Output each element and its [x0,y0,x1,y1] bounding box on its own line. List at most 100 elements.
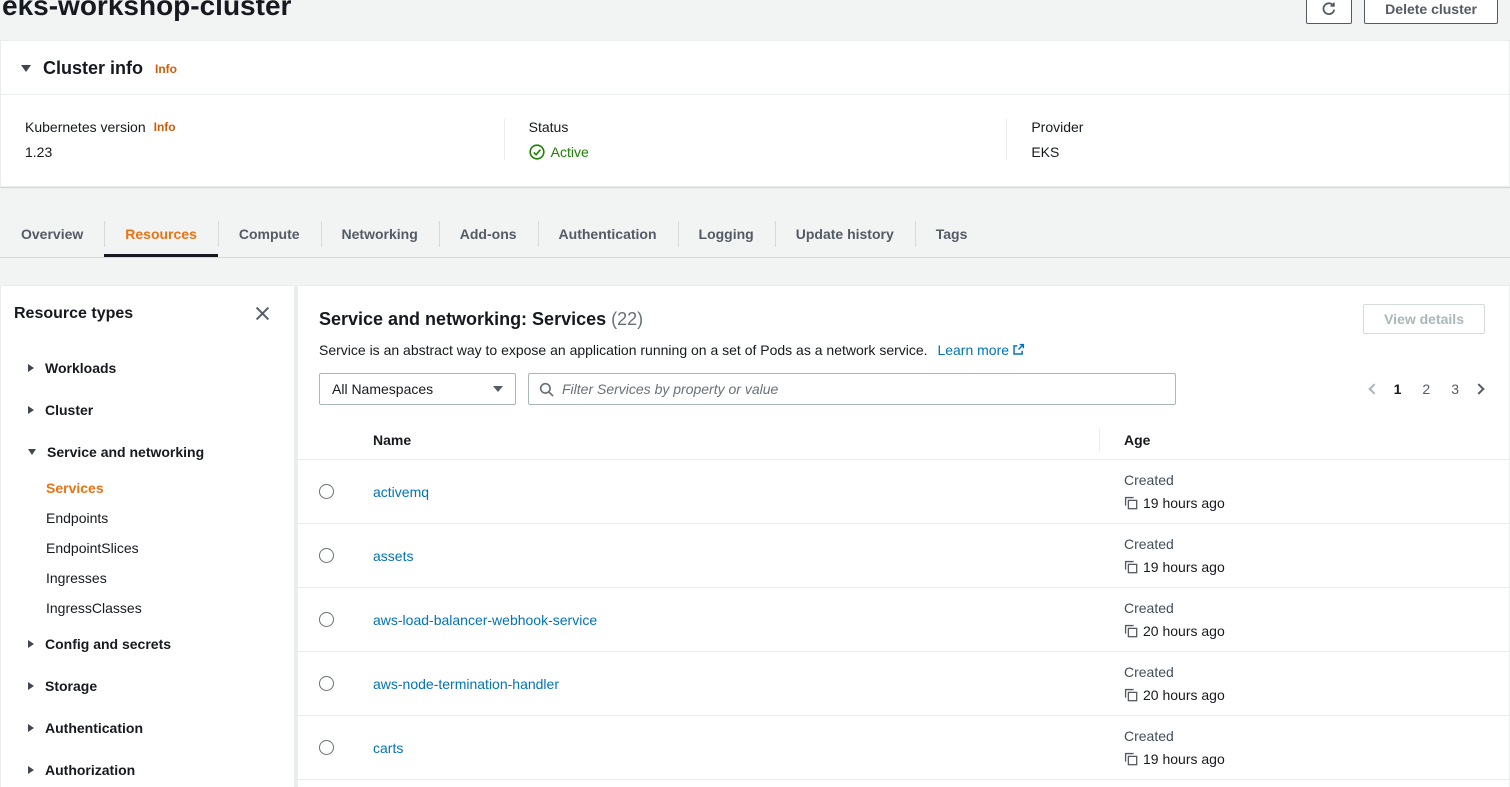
service-link[interactable]: carts [373,740,403,756]
panel-title-text: Service and networking: Services [319,309,606,329]
copy-icon[interactable] [1124,752,1138,766]
sidebar-group-storage[interactable]: Storage [1,665,294,707]
cluster-info-info-link[interactable]: Info [155,62,177,76]
field-label: Provider [1031,119,1083,135]
page-number-1[interactable]: 1 [1389,379,1407,399]
row-radio[interactable] [319,484,334,499]
cluster-info-header[interactable]: Cluster info Info [1,41,1509,95]
panel-description: Service is an abstract way to expose an … [319,340,1485,360]
table-row[interactable]: aws-node-termination-handler Created 20 … [298,652,1509,716]
sidebar-item-endpointslices[interactable]: EndpointSlices [1,533,294,563]
status-value: Active [551,144,589,160]
cluster-info-fields: Kubernetes version Info 1.23 Status Acti… [1,95,1509,186]
service-link[interactable]: aws-load-balancer-webhook-service [373,612,597,628]
resource-types-header: Resource types [1,304,294,323]
caret-right-icon [28,640,34,648]
tab-tags[interactable]: Tags [915,211,989,257]
next-page-icon[interactable] [1473,383,1484,394]
created-label: Created [1124,728,1509,745]
table-row[interactable]: activemq Created 19 hours ago [298,460,1509,524]
table-row[interactable]: carts Created 19 hours ago [298,716,1509,780]
service-and-networking-children: Services Endpoints EndpointSlices Ingres… [1,473,294,623]
row-radio[interactable] [319,676,334,691]
search-icon [539,382,554,397]
namespace-select[interactable]: All Namespaces [319,373,516,405]
service-link[interactable]: assets [373,548,413,564]
sidebar-group-workloads[interactable]: Workloads [1,347,294,389]
caret-right-icon [28,406,34,414]
sidebar-item-ingressclasses[interactable]: IngressClasses [1,593,294,623]
learn-more-link[interactable]: Learn more [937,342,1025,358]
tab-add-ons[interactable]: Add-ons [439,211,538,257]
table-row[interactable]: aws-load-balancer-webhook-service Create… [298,588,1509,652]
row-radio[interactable] [319,612,334,627]
sidebar-group-authorization[interactable]: Authorization [1,749,294,787]
created-label: Created [1124,472,1509,489]
sidebar-group-label: Storage [45,676,97,696]
kubernetes-version-info-link[interactable]: Info [154,120,176,134]
age-value: 19 hours ago [1143,751,1225,767]
page-number-2[interactable]: 2 [1417,379,1435,399]
panel-description-text: Service is an abstract way to expose an … [319,342,928,358]
sidebar-item-endpoints[interactable]: Endpoints [1,503,294,533]
service-link[interactable]: activemq [373,484,429,500]
sidebar-item-ingresses[interactable]: Ingresses [1,563,294,593]
copy-icon[interactable] [1124,560,1138,574]
sidebar-group-service-and-networking[interactable]: Service and networking [1,431,294,473]
close-panel-button[interactable] [253,304,272,323]
field-label: Kubernetes version [25,119,146,135]
sidebar-group-label: Workloads [45,358,116,378]
tab-update-history[interactable]: Update history [775,211,915,257]
copy-icon[interactable] [1124,624,1138,638]
previous-page-icon[interactable] [1368,383,1379,394]
age-value: 19 hours ago [1143,495,1225,511]
panel-title-row: Service and networking: Services (22) Vi… [319,304,1485,334]
services-panel: Service and networking: Services (22) Vi… [297,285,1510,787]
panel-count: (22) [611,309,643,329]
filter-row: All Namespaces 1 2 3 [319,373,1485,405]
age-value: 20 hours ago [1143,623,1225,639]
tab-compute[interactable]: Compute [218,211,321,257]
refresh-button[interactable] [1306,0,1352,24]
pagination: 1 2 3 [1370,379,1485,399]
tab-networking[interactable]: Networking [321,211,439,257]
sidebar-group-config-and-secrets[interactable]: Config and secrets [1,623,294,665]
table-row[interactable]: Created [298,780,1509,787]
header-actions: Delete cluster [1306,0,1498,24]
row-radio[interactable] [319,740,334,755]
copy-icon[interactable] [1124,496,1138,510]
table-row[interactable]: assets Created 19 hours ago [298,524,1509,588]
sidebar-group-cluster[interactable]: Cluster [1,389,294,431]
tab-logging[interactable]: Logging [678,211,775,257]
cluster-info-card: Cluster info Info Kubernetes version Inf… [0,40,1510,187]
learn-more-label: Learn more [937,342,1009,358]
field-label: Status [529,119,569,135]
sidebar-item-services[interactable]: Services [1,473,294,503]
created-label: Created [1124,536,1509,553]
tab-authentication[interactable]: Authentication [538,211,678,257]
tab-resources[interactable]: Resources [104,211,218,257]
resource-types-title: Resource types [14,305,133,323]
external-link-icon [1012,343,1025,356]
view-details-button[interactable]: View details [1363,304,1485,334]
page-number-3[interactable]: 3 [1446,379,1464,399]
status-badge: Active [529,144,983,160]
column-header-age: Age [1099,432,1509,448]
delete-cluster-button[interactable]: Delete cluster [1364,0,1498,24]
tab-overview[interactable]: Overview [0,211,104,257]
age-value: 19 hours ago [1143,559,1225,575]
sidebar-group-label: Config and secrets [45,634,171,654]
collapse-caret-icon [21,65,31,72]
sidebar-group-authentication[interactable]: Authentication [1,707,294,749]
panel-title: Service and networking: Services (22) [319,304,643,334]
row-radio[interactable] [319,548,334,563]
namespace-select-value: All Namespaces [332,381,433,397]
search-input[interactable] [562,381,1165,397]
service-link[interactable]: aws-node-termination-handler [373,676,559,692]
field-provider: Provider EKS [1006,119,1509,160]
copy-icon[interactable] [1124,688,1138,702]
page-title: eks-workshop-cluster [2,0,291,22]
chevron-down-icon [493,386,503,392]
resources-content: Resource types Workloads Cluster [0,285,1510,787]
field-kubernetes-version: Kubernetes version Info 1.23 [1,119,504,160]
